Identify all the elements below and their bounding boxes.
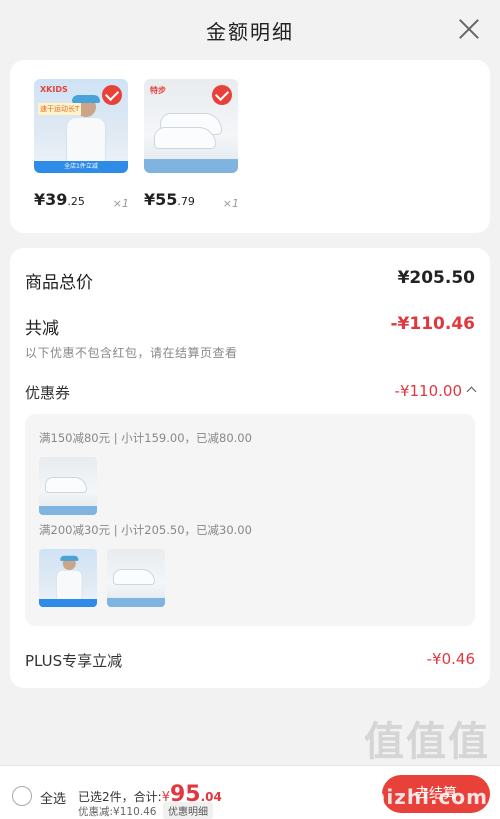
watermark-url: zhizhizhi.com xyxy=(322,785,488,809)
product-thumbnail[interactable]: 特步 xyxy=(144,79,238,173)
product-item-kids-tshirt[interactable]: XKIDS 速干运动长T 全店1件立减 ¥39.25 ×1 xyxy=(34,79,129,210)
coupon-product-thumbnail xyxy=(107,549,165,607)
coupon-product-thumbnail xyxy=(39,549,97,607)
sneaker-image xyxy=(154,127,216,149)
plus-value: -¥0.46 xyxy=(426,650,475,668)
discount-detail-button[interactable]: 优惠明细 xyxy=(163,802,213,819)
coupon-value[interactable]: -¥110.00 xyxy=(395,382,477,400)
discount-row: 共减 -¥110.46 xyxy=(25,314,475,339)
bottom-bar: 全选 已选2件，合计:¥95.04 优惠减:¥110.46 优惠明细 去结算 z… xyxy=(0,765,500,819)
product-thumbnail[interactable]: XKIDS 速干运动长T 全店1件立减 xyxy=(34,79,128,173)
discount-label: 共减 xyxy=(25,319,59,339)
stats-banner xyxy=(144,159,238,173)
product-item-white-sneaker[interactable]: 特步 ¥55.79 ×1 xyxy=(144,79,239,210)
page-title: 金额明细 xyxy=(206,20,294,44)
watermark: 值值值 xyxy=(364,719,490,765)
kid-model-image xyxy=(55,555,84,600)
total-label: 商品总价 xyxy=(25,273,93,293)
product-quantity: ×1 xyxy=(112,197,129,210)
plus-row: PLUS专享立减 -¥0.46 xyxy=(25,650,475,671)
coupon-label: 优惠券 xyxy=(25,384,71,402)
coupon-row[interactable]: 优惠券 -¥110.00 xyxy=(25,382,477,403)
coupon-rule: 满150减80元 | 小计159.00，已减80.00 xyxy=(39,431,252,445)
total-row: 商品总价 ¥205.50 xyxy=(25,268,475,293)
checked-icon[interactable] xyxy=(102,85,122,105)
product-card: XKIDS 速干运动长T 全店1件立减 ¥39.25 ×1 特步 ¥55.79 … xyxy=(10,60,490,233)
sneaker-image xyxy=(113,569,155,585)
total-value: ¥205.50 xyxy=(397,268,475,288)
product-quantity: ×1 xyxy=(222,197,239,210)
promo-banner: 全店1件立减 xyxy=(34,161,128,173)
promo-banner xyxy=(39,599,97,607)
discount-note: 以下优惠不包含红包，请在结算页查看 xyxy=(25,346,238,360)
plus-label: PLUS专享立减 xyxy=(25,652,123,670)
discount-value: -¥110.46 xyxy=(390,314,476,334)
brand-logo: XKIDS xyxy=(40,85,68,94)
select-all-label[interactable]: 全选 xyxy=(40,788,66,807)
top-bar: 金额明细 xyxy=(0,0,500,60)
sneaker-image xyxy=(45,477,87,493)
brand-logo: 特步 xyxy=(150,86,166,95)
price-detail-card: 商品总价 ¥205.50 共减 -¥110.46 以下优惠不包含红包，请在结算页… xyxy=(10,248,490,688)
chevron-up-icon[interactable] xyxy=(466,386,477,397)
close-icon[interactable] xyxy=(458,18,480,40)
coupon-rule: 满200减30元 | 小计205.50，已减30.00 xyxy=(39,523,252,537)
coupon-details: 满150减80元 | 小计159.00，已减80.00 满200减30元 | 小… xyxy=(25,414,475,626)
checked-icon[interactable] xyxy=(212,85,232,105)
coupon-product-thumbnail xyxy=(39,457,97,515)
select-all-radio[interactable] xyxy=(12,786,32,806)
discount-summary: 优惠减:¥110.46 xyxy=(78,806,157,818)
product-tag: 速干运动长T xyxy=(38,103,82,115)
